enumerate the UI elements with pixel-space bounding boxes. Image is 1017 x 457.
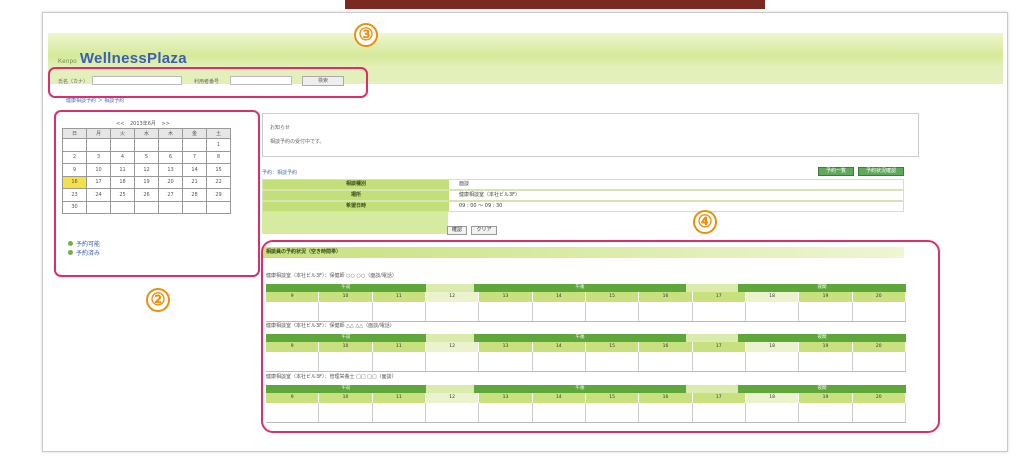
form-row-datetime: 希望日時 09 : 00 ～ 09 : 30 bbox=[262, 201, 904, 212]
reservation-title: 予約：相談予約 bbox=[262, 170, 298, 176]
form-value-datetime[interactable]: 09 : 00 ～ 09 : 30 bbox=[459, 202, 502, 211]
form-row-type: 相談種別 面談 bbox=[262, 179, 904, 190]
reservation-list-button[interactable]: 予約一覧 bbox=[818, 167, 854, 176]
highlight-box-4 bbox=[261, 240, 940, 433]
notice-text: 相談予約の受付中です。 bbox=[270, 139, 325, 145]
callout-number-3: ③ bbox=[354, 23, 378, 47]
highlight-box-2 bbox=[54, 110, 260, 277]
notice-title: お知らせ bbox=[270, 125, 290, 131]
form-label-datetime: 希望日時 bbox=[263, 202, 449, 211]
notice-box: お知らせ 相談予約の受付中です。 bbox=[262, 113, 919, 157]
callout-number-2: ② bbox=[146, 288, 170, 312]
breadcrumb[interactable]: 健康相談予約 ＞ 相談予約 bbox=[66, 97, 124, 104]
form-label-type: 相談種別 bbox=[263, 180, 449, 189]
form-row-place: 場所 健康相談室（本社ビル3F） bbox=[262, 190, 904, 201]
form-value-place[interactable]: 健康相談室（本社ビル3F） bbox=[459, 191, 520, 200]
form-value-type[interactable]: 面談 bbox=[459, 180, 469, 189]
site-logo[interactable]: Kenpo WellnessPlaza bbox=[58, 50, 187, 67]
form-label-place: 場所 bbox=[263, 191, 449, 200]
confirm-button[interactable]: 確認 bbox=[447, 226, 467, 235]
screenshot-stage: Kenpo WellnessPlaza 氏名（カナ） 利用者番号 検索 健康相談予… bbox=[0, 0, 1017, 457]
highlight-box-3 bbox=[48, 67, 368, 98]
logo-prefix: Kenpo bbox=[58, 59, 77, 65]
reservation-status-button[interactable]: 予約状況確認 bbox=[858, 167, 904, 176]
form-spacer bbox=[262, 212, 448, 234]
logo-text: WellnessPlaza bbox=[79, 50, 187, 67]
callout-number-4: ④ bbox=[693, 210, 717, 234]
clear-button[interactable]: クリア bbox=[471, 226, 497, 235]
top-tab-banner bbox=[345, 0, 765, 9]
